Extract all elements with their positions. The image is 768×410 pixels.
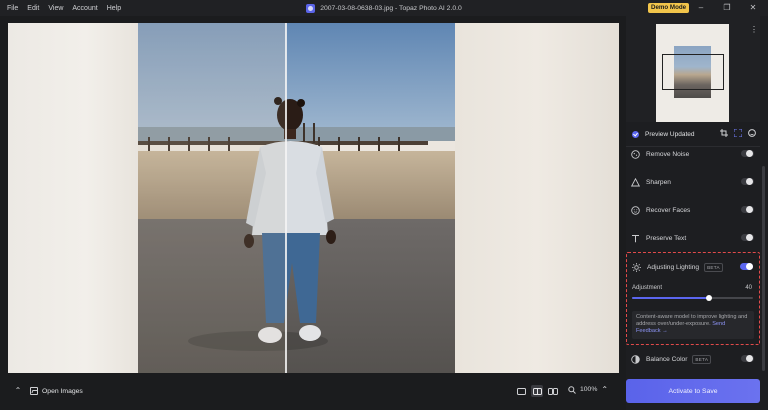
remove-noise-toggle[interactable]	[741, 150, 754, 157]
zoom-level: 100%	[580, 386, 598, 393]
side-by-side-icon	[548, 387, 558, 395]
preserve-text-toggle[interactable]	[741, 234, 754, 241]
recover-faces-toggle[interactable]	[741, 206, 754, 213]
side-by-side-view-button[interactable]	[547, 385, 559, 397]
single-view-button[interactable]	[515, 385, 527, 397]
face-icon	[631, 205, 640, 215]
adjustment-slider[interactable]	[632, 295, 753, 301]
image-canvas[interactable]	[8, 23, 619, 373]
description-text: Content-aware model to improve lighting …	[636, 314, 748, 327]
topaz-logo-icon	[306, 3, 316, 13]
window-title-text: 2007-03-08-0638-03.jpg - Topaz Photo AI …	[320, 4, 462, 12]
menu-bar: File Edit View Account Help	[0, 5, 121, 12]
minimize-icon[interactable]: –	[696, 3, 706, 13]
filter-label: Remove Noise	[646, 150, 690, 158]
adjustment-label: Adjustment	[632, 285, 663, 291]
view-mode-group	[515, 385, 559, 397]
bottom-toolbar: ⌃ Open Images 100% ⌃	[8, 380, 619, 402]
open-images-button[interactable]: Open Images	[30, 387, 83, 395]
scan-background-left	[8, 23, 138, 373]
filter-label: Sharpen	[646, 178, 671, 186]
beta-badge: BETA	[692, 354, 712, 364]
filter-label: Adjusting Lighting	[647, 263, 700, 271]
filter-label: Recover Faces	[646, 206, 691, 214]
navigator-viewport-frame[interactable]	[662, 54, 724, 90]
single-view-icon	[516, 387, 526, 395]
slider-fill	[632, 297, 710, 299]
face-icon[interactable]	[748, 129, 756, 137]
navigator-thumbnail[interactable]: ⋮	[626, 16, 760, 122]
check-circle-icon	[632, 130, 639, 138]
menu-help[interactable]: Help	[107, 5, 121, 12]
filter-recover-faces[interactable]: Recover Faces	[626, 199, 760, 221]
menu-view[interactable]: View	[48, 5, 63, 12]
sharpen-triangle-icon	[631, 177, 640, 187]
demo-mode-badge[interactable]: Demo Mode	[648, 3, 690, 13]
menu-edit[interactable]: Edit	[27, 5, 39, 12]
adjusting-lighting-toggle[interactable]	[740, 263, 753, 270]
chevron-up-icon[interactable]: ⌃	[601, 385, 608, 394]
right-panel: ⋮ Preview Updated Remove Noise Sharpen R…	[626, 16, 768, 410]
more-options-icon[interactable]: ⋮	[750, 26, 758, 34]
panel-scrollbar[interactable]	[762, 166, 765, 371]
preview-tools	[720, 129, 756, 137]
zoom-icon	[568, 385, 576, 394]
filter-balance-color[interactable]: Balance Color BETA	[626, 348, 760, 370]
adjustment-value: 40	[745, 285, 752, 291]
filter-sharpen[interactable]: Sharpen	[626, 171, 760, 193]
filter-preserve-text[interactable]: Preserve Text	[626, 227, 760, 249]
balance-color-icon	[631, 354, 640, 364]
sun-icon	[632, 262, 641, 272]
menu-file[interactable]: File	[7, 5, 18, 12]
menu-account[interactable]: Account	[72, 5, 97, 12]
preview-status-row: Preview Updated	[626, 126, 760, 142]
comparison-split-handle[interactable]	[285, 23, 287, 373]
adjusting-lighting-card: Adjusting Lighting BETA Adjustment 40 Co…	[626, 252, 760, 345]
noise-icon	[631, 149, 640, 159]
split-view-button[interactable]	[531, 385, 543, 397]
image-icon	[30, 387, 38, 395]
text-icon	[631, 234, 640, 243]
filter-adjusting-lighting[interactable]: Adjusting Lighting BETA	[627, 256, 759, 278]
split-view-icon	[532, 387, 542, 395]
open-images-label: Open Images	[42, 387, 83, 395]
preview-status: Preview Updated	[645, 130, 695, 138]
description-box: Content-aware model to improve lighting …	[632, 311, 754, 339]
chevron-up-icon[interactable]: ⌃	[12, 385, 24, 397]
restore-icon[interactable]: ❐	[722, 3, 732, 13]
fullscreen-icon[interactable]	[734, 129, 742, 137]
slider-handle[interactable]	[706, 295, 713, 301]
crop-icon[interactable]	[720, 129, 728, 137]
sharpen-toggle[interactable]	[741, 178, 754, 185]
title-bar: File Edit View Account Help 2007-03-08-0…	[0, 0, 768, 16]
close-icon[interactable]: ✕	[748, 3, 758, 13]
filter-remove-noise[interactable]: Remove Noise	[626, 143, 760, 165]
scan-background-right	[455, 23, 619, 373]
balance-color-toggle[interactable]	[741, 355, 754, 362]
filter-label: Preserve Text	[646, 234, 687, 242]
zoom-control[interactable]: 100% ⌃	[568, 385, 608, 394]
filter-label: Balance Color	[646, 355, 688, 363]
activate-to-save-button[interactable]: Activate to Save	[626, 379, 760, 403]
photo-preview	[138, 23, 455, 373]
beta-badge: BETA	[704, 262, 723, 272]
